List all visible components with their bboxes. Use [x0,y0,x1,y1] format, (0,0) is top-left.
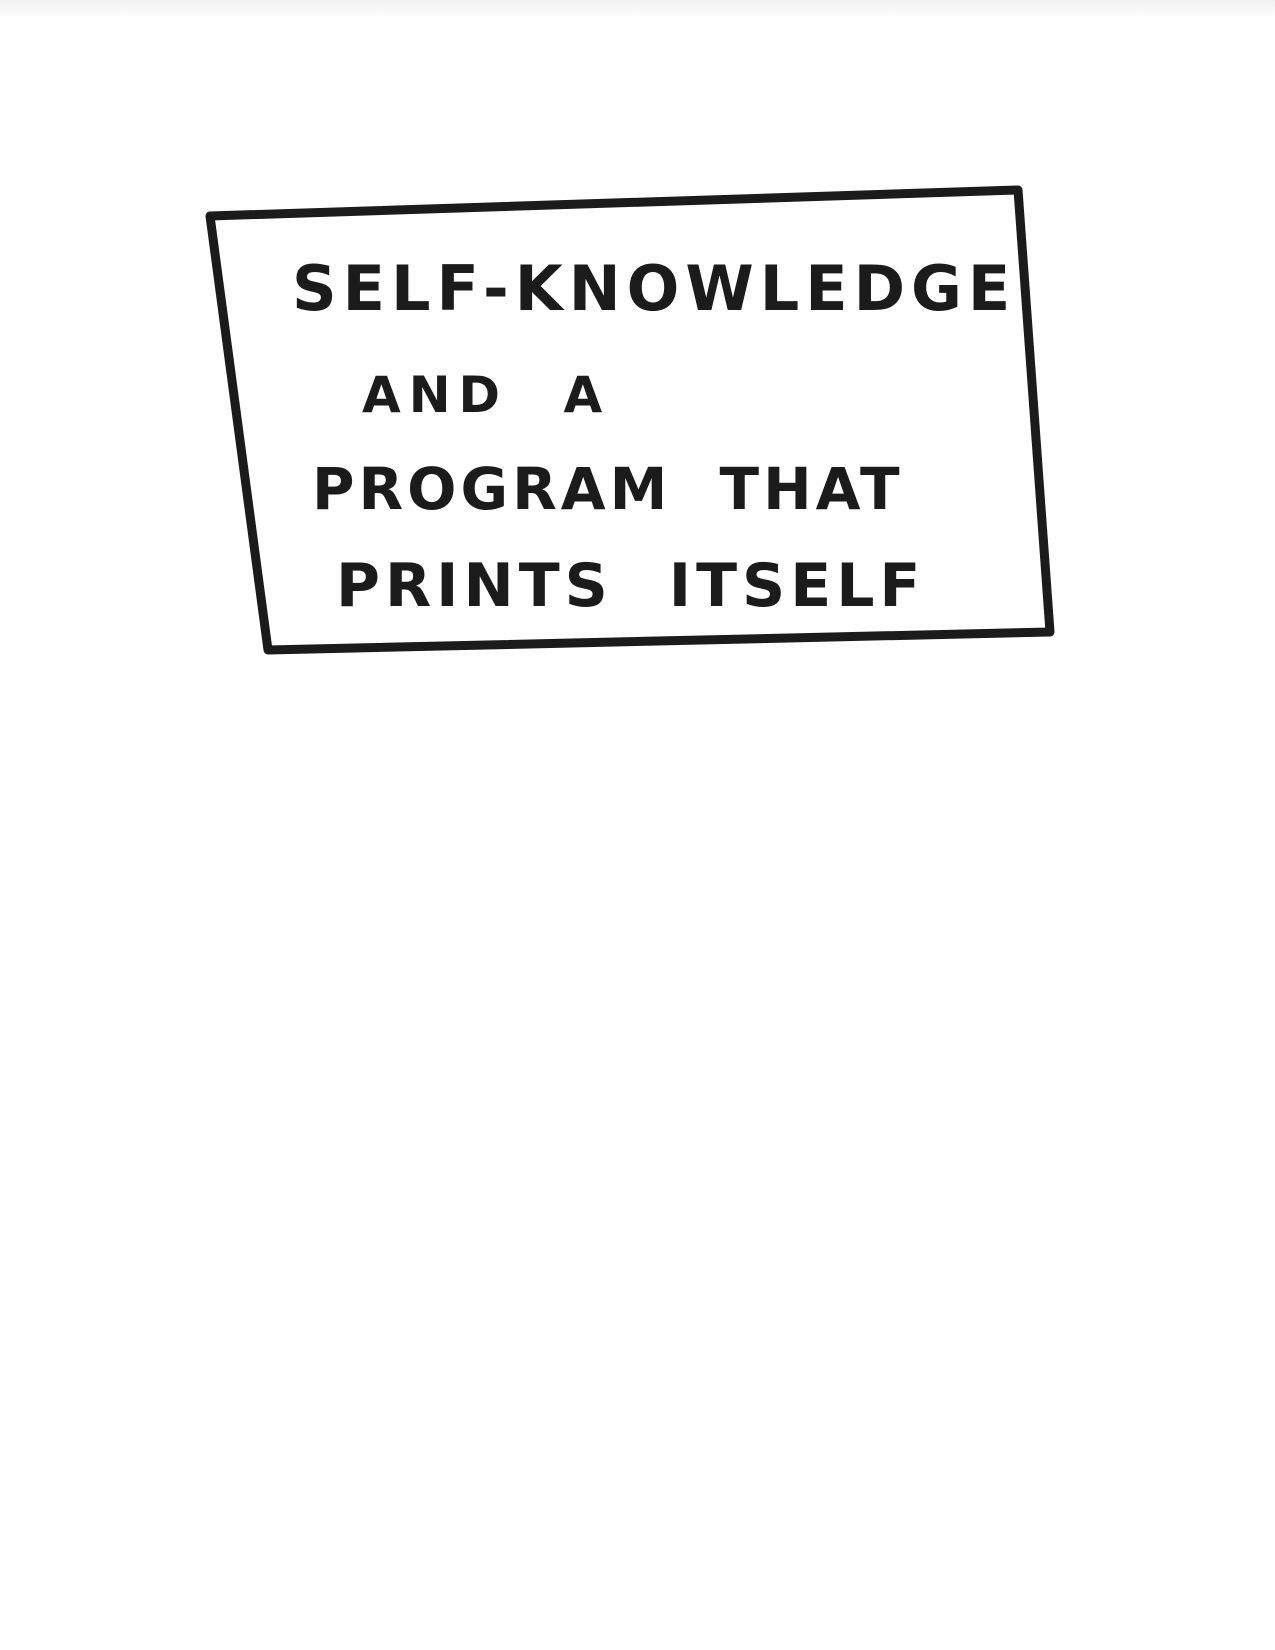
title-box-frame [205,185,1055,655]
title-line-1: SELF-KNOWLEDGE [292,252,1017,325]
title-line-4: PRINTS ITSELF [336,551,926,621]
title-line-3: PROGRAM THAT [312,455,904,523]
scanned-page: SELF-KNOWLEDGE AND A PROGRAM THAT PRINTS… [0,0,1275,1650]
title-line-2: AND A [362,366,611,424]
